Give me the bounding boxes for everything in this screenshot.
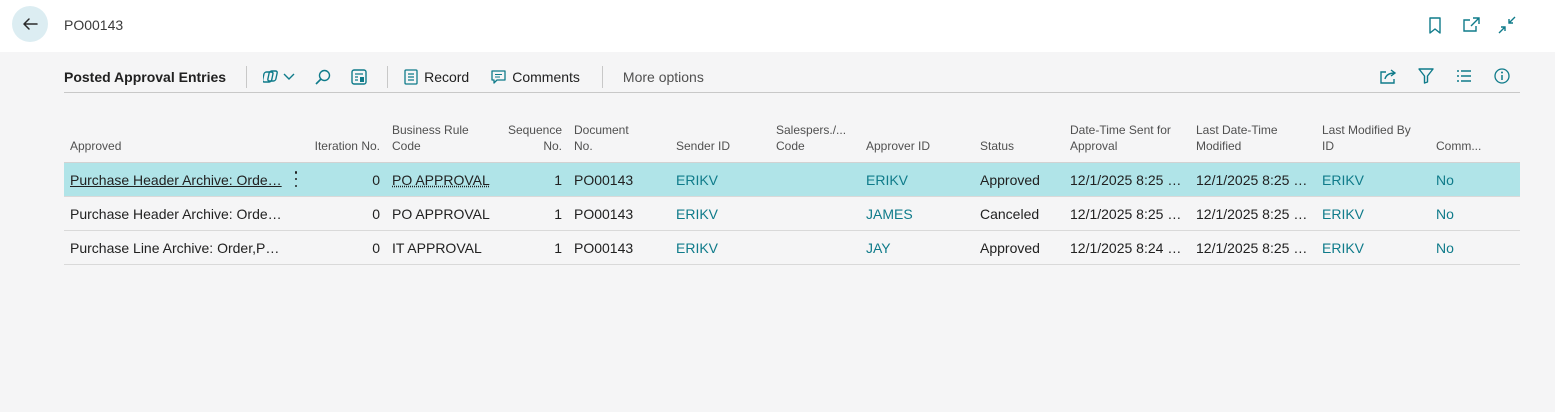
column-header[interactable]: Sender ID bbox=[656, 118, 770, 163]
modified-cell: 12/1/2025 8:25 PM bbox=[1190, 162, 1316, 197]
views-button[interactable] bbox=[263, 69, 295, 85]
comment-icon bbox=[491, 69, 506, 84]
modified-cell: 12/1/2025 8:25 PM bbox=[1190, 196, 1316, 231]
approved-value[interactable]: Purchase Header Archive: Orde… bbox=[70, 206, 282, 222]
info-button[interactable] bbox=[1492, 65, 1512, 87]
approver-cell[interactable]: ERIKV bbox=[860, 162, 974, 197]
column-header[interactable]: Comm... bbox=[1430, 118, 1520, 163]
status-cell: Approved bbox=[974, 162, 1064, 197]
column-header[interactable]: Document No. bbox=[568, 118, 656, 163]
iteration-cell: 0 bbox=[306, 162, 386, 197]
rule-cell: PO APPROVAL bbox=[386, 162, 496, 197]
record-label: Record bbox=[424, 69, 470, 85]
info-icon bbox=[1494, 68, 1510, 84]
arrow-left-icon bbox=[23, 18, 38, 30]
column-header[interactable]: Approved bbox=[64, 118, 306, 163]
sent-cell: 12/1/2025 8:25 PM bbox=[1064, 162, 1190, 197]
sequence-cell: 1 bbox=[496, 230, 568, 265]
column-header[interactable]: Sequence No. bbox=[496, 118, 568, 163]
action-bar: Posted Approval Entries Record Comments … bbox=[64, 62, 1520, 93]
column-header[interactable]: Business Rule Code bbox=[386, 118, 496, 163]
modified-by-cell[interactable]: ERIKV bbox=[1316, 162, 1430, 197]
comment-cell[interactable]: No bbox=[1430, 230, 1520, 265]
chevron-down-icon bbox=[283, 73, 295, 80]
page-title: PO00143 bbox=[64, 17, 124, 33]
column-header[interactable]: Approver ID bbox=[860, 118, 974, 163]
iteration-cell: 0 bbox=[306, 196, 386, 231]
views-icon bbox=[263, 70, 278, 83]
sender-cell[interactable]: ERIKV bbox=[656, 162, 770, 197]
search-button[interactable] bbox=[315, 69, 331, 85]
modified-cell: 12/1/2025 8:25 PM bbox=[1190, 230, 1316, 265]
salesperson-cell bbox=[770, 162, 860, 197]
table-row[interactable]: Purchase Header Archive: Orde… 0 PO APPR… bbox=[64, 196, 1520, 231]
collapse-icon bbox=[1498, 16, 1516, 34]
document-cell: PO00143 bbox=[568, 162, 656, 197]
sent-cell: 12/1/2025 8:25 PM bbox=[1064, 196, 1190, 231]
rule-value: PO APPROVAL bbox=[392, 171, 490, 188]
divider bbox=[387, 66, 389, 88]
table-row[interactable]: Purchase Line Archive: Order,P… 0 IT APP… bbox=[64, 230, 1520, 265]
edit-list-icon bbox=[351, 69, 367, 85]
comments-label: Comments bbox=[512, 69, 580, 85]
column-header[interactable]: Iteration No. bbox=[306, 118, 386, 163]
share-button[interactable] bbox=[1378, 65, 1398, 87]
document-cell: PO00143 bbox=[568, 230, 656, 265]
bookmark-icon bbox=[1429, 16, 1441, 34]
approval-entries-table: Approved Iteration No. Business Rule Cod… bbox=[64, 118, 1520, 265]
filter-button[interactable] bbox=[1416, 65, 1436, 87]
list-icon bbox=[1457, 70, 1471, 82]
salesperson-cell bbox=[770, 230, 860, 265]
comment-cell[interactable]: No bbox=[1430, 162, 1520, 197]
more-options-button[interactable]: More options bbox=[623, 69, 704, 85]
approved-value[interactable]: Purchase Header Archive: Orde… bbox=[70, 172, 282, 188]
column-header[interactable]: Status bbox=[974, 118, 1064, 163]
column-header[interactable]: Last Date-Time Modified bbox=[1190, 118, 1316, 163]
open-new-window-button[interactable] bbox=[1461, 14, 1481, 36]
document-icon bbox=[404, 69, 418, 85]
rule-cell: PO APPROVAL bbox=[386, 196, 496, 231]
open-in-new-window-icon bbox=[1463, 17, 1480, 32]
approved-cell[interactable]: Purchase Header Archive: Orde… bbox=[64, 196, 306, 231]
list-view-button[interactable] bbox=[1454, 65, 1474, 87]
comment-cell[interactable]: No bbox=[1430, 196, 1520, 231]
page-header: PO00143 bbox=[0, 0, 1555, 52]
bookmark-button[interactable] bbox=[1425, 14, 1445, 36]
table-header-row: Approved Iteration No. Business Rule Cod… bbox=[64, 118, 1520, 163]
approver-cell[interactable]: JAMES bbox=[860, 196, 974, 231]
sender-cell[interactable]: ERIKV bbox=[656, 196, 770, 231]
salesperson-cell bbox=[770, 196, 860, 231]
comments-button[interactable]: Comments bbox=[491, 69, 580, 85]
column-header[interactable]: Salespers./... Code bbox=[770, 118, 860, 163]
column-header[interactable]: Last Modified By ID bbox=[1316, 118, 1430, 163]
approver-cell[interactable]: JAY bbox=[860, 230, 974, 265]
edit-list-button[interactable] bbox=[351, 69, 367, 85]
share-icon bbox=[1380, 69, 1397, 84]
approved-value[interactable]: Purchase Line Archive: Order,P… bbox=[70, 240, 279, 256]
document-cell: PO00143 bbox=[568, 196, 656, 231]
record-button[interactable]: Record bbox=[404, 69, 469, 85]
rule-cell: IT APPROVAL bbox=[386, 230, 496, 265]
row-actions-button[interactable] bbox=[292, 171, 300, 187]
status-cell: Canceled bbox=[974, 196, 1064, 231]
back-button[interactable] bbox=[12, 6, 48, 42]
modified-by-cell[interactable]: ERIKV bbox=[1316, 230, 1430, 265]
status-cell: Approved bbox=[974, 230, 1064, 265]
filter-icon bbox=[1418, 68, 1434, 84]
page-caption: Posted Approval Entries bbox=[64, 69, 227, 85]
sender-cell[interactable]: ERIKV bbox=[656, 230, 770, 265]
sequence-cell: 1 bbox=[496, 196, 568, 231]
modified-by-cell[interactable]: ERIKV bbox=[1316, 196, 1430, 231]
iteration-cell: 0 bbox=[306, 230, 386, 265]
divider bbox=[246, 66, 248, 88]
divider bbox=[601, 66, 603, 88]
table-row[interactable]: Purchase Header Archive: Orde… 0 PO APPR… bbox=[64, 162, 1520, 197]
sent-cell: 12/1/2025 8:24 PM bbox=[1064, 230, 1190, 265]
column-header[interactable]: Date-Time Sent for Approval bbox=[1064, 118, 1190, 163]
sequence-cell: 1 bbox=[496, 162, 568, 197]
approved-cell[interactable]: Purchase Line Archive: Order,P… bbox=[64, 230, 306, 265]
collapse-button[interactable] bbox=[1497, 14, 1517, 36]
search-icon bbox=[315, 69, 331, 85]
approved-cell[interactable]: Purchase Header Archive: Orde… bbox=[64, 162, 306, 197]
